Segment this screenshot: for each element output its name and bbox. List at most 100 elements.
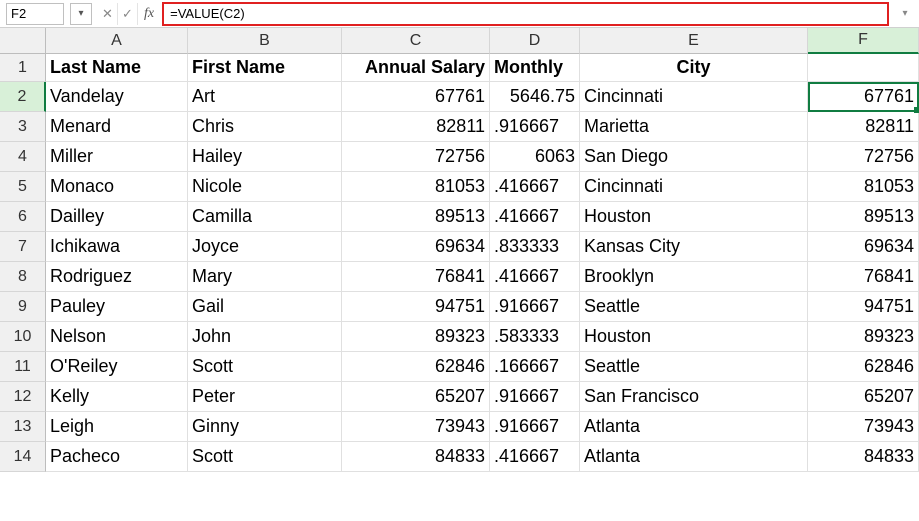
cell[interactable]: 62846 bbox=[808, 352, 919, 382]
cell[interactable]: Rodriguez bbox=[46, 262, 188, 292]
row-header-9[interactable]: 9 bbox=[0, 292, 46, 322]
cell[interactable]: 82811 bbox=[342, 112, 490, 142]
name-box-dropdown[interactable]: ▾ bbox=[70, 3, 92, 25]
row-header-3[interactable]: 3 bbox=[0, 112, 46, 142]
row-header-5[interactable]: 5 bbox=[0, 172, 46, 202]
cell[interactable]: 69634 bbox=[342, 232, 490, 262]
cell[interactable]: Nelson bbox=[46, 322, 188, 352]
cell[interactable]: City bbox=[580, 54, 808, 82]
cell[interactable]: .416667 bbox=[490, 172, 580, 202]
row-header-11[interactable]: 11 bbox=[0, 352, 46, 382]
cell[interactable]: Marietta bbox=[580, 112, 808, 142]
cell[interactable]: Houston bbox=[580, 322, 808, 352]
row-header-12[interactable]: 12 bbox=[0, 382, 46, 412]
row-header-7[interactable]: 7 bbox=[0, 232, 46, 262]
cell[interactable]: Atlanta bbox=[580, 442, 808, 472]
cell[interactable]: Miller bbox=[46, 142, 188, 172]
col-header-B[interactable]: B bbox=[188, 28, 342, 54]
enter-button[interactable]: ✓ bbox=[118, 3, 138, 25]
cell[interactable]: Hailey bbox=[188, 142, 342, 172]
cell[interactable]: .416667 bbox=[490, 442, 580, 472]
cell[interactable]: San Diego bbox=[580, 142, 808, 172]
cell[interactable]: Atlanta bbox=[580, 412, 808, 442]
cell[interactable]: .916667 bbox=[490, 382, 580, 412]
cell[interactable]: 73943 bbox=[342, 412, 490, 442]
cell[interactable]: Dailley bbox=[46, 202, 188, 232]
cell[interactable]: Annual Salary bbox=[342, 54, 490, 82]
cell[interactable]: 62846 bbox=[342, 352, 490, 382]
cell[interactable]: San Francisco bbox=[580, 382, 808, 412]
col-header-D[interactable]: D bbox=[490, 28, 580, 54]
cell[interactable]: 65207 bbox=[808, 382, 919, 412]
row-header-14[interactable]: 14 bbox=[0, 442, 46, 472]
cell[interactable]: Ichikawa bbox=[46, 232, 188, 262]
cell[interactable]: 84833 bbox=[342, 442, 490, 472]
cell[interactable]: Mary bbox=[188, 262, 342, 292]
row-header-4[interactable]: 4 bbox=[0, 142, 46, 172]
cell[interactable]: 73943 bbox=[808, 412, 919, 442]
cell[interactable]: 89323 bbox=[808, 322, 919, 352]
cell[interactable]: 72756 bbox=[342, 142, 490, 172]
row-header-10[interactable]: 10 bbox=[0, 322, 46, 352]
cell[interactable]: Joyce bbox=[188, 232, 342, 262]
cell[interactable]: Cincinnati bbox=[580, 172, 808, 202]
cell[interactable]: 67761 bbox=[342, 82, 490, 112]
cell[interactable]: .583333 bbox=[490, 322, 580, 352]
cell[interactable] bbox=[808, 54, 919, 82]
cell[interactable]: 65207 bbox=[342, 382, 490, 412]
cell[interactable]: O'Reiley bbox=[46, 352, 188, 382]
col-header-F[interactable]: F bbox=[808, 28, 919, 54]
cell[interactable]: Seattle bbox=[580, 292, 808, 322]
row-header-2[interactable]: 2 bbox=[0, 82, 46, 112]
name-box[interactable]: F2 bbox=[6, 3, 64, 25]
cell[interactable]: Kansas City bbox=[580, 232, 808, 262]
row-header-6[interactable]: 6 bbox=[0, 202, 46, 232]
select-all-corner[interactable] bbox=[0, 28, 46, 54]
cell[interactable]: .416667 bbox=[490, 202, 580, 232]
cell[interactable]: Vandelay bbox=[46, 82, 188, 112]
cell[interactable]: 89323 bbox=[342, 322, 490, 352]
cell[interactable]: 6063 bbox=[490, 142, 580, 172]
cell[interactable]: Camilla bbox=[188, 202, 342, 232]
cell[interactable]: 5646.75 bbox=[490, 82, 580, 112]
cell[interactable]: Scott bbox=[188, 442, 342, 472]
cell[interactable]: John bbox=[188, 322, 342, 352]
cell[interactable]: 82811 bbox=[808, 112, 919, 142]
cell[interactable]: 89513 bbox=[808, 202, 919, 232]
cell[interactable]: Monaco bbox=[46, 172, 188, 202]
fx-label[interactable]: fx bbox=[138, 6, 160, 22]
cell[interactable]: Brooklyn bbox=[580, 262, 808, 292]
cell[interactable]: Peter bbox=[188, 382, 342, 412]
cell[interactable]: .916667 bbox=[490, 112, 580, 142]
cell[interactable]: Cincinnati bbox=[580, 82, 808, 112]
cell[interactable]: Menard bbox=[46, 112, 188, 142]
cell[interactable]: 67761 bbox=[808, 82, 919, 112]
cell[interactable]: Gail bbox=[188, 292, 342, 322]
cell[interactable]: First Name bbox=[188, 54, 342, 82]
cell[interactable]: .833333 bbox=[490, 232, 580, 262]
row-header-8[interactable]: 8 bbox=[0, 262, 46, 292]
cell[interactable]: Kelly bbox=[46, 382, 188, 412]
cell[interactable]: Seattle bbox=[580, 352, 808, 382]
cell[interactable]: Nicole bbox=[188, 172, 342, 202]
col-header-A[interactable]: A bbox=[46, 28, 188, 54]
cell[interactable]: 69634 bbox=[808, 232, 919, 262]
cell[interactable]: Monthly bbox=[490, 54, 580, 82]
col-header-C[interactable]: C bbox=[342, 28, 490, 54]
cell[interactable]: Ginny bbox=[188, 412, 342, 442]
cell[interactable]: Pacheco bbox=[46, 442, 188, 472]
cell[interactable]: 76841 bbox=[342, 262, 490, 292]
cell[interactable]: Houston bbox=[580, 202, 808, 232]
cancel-button[interactable]: ✕ bbox=[98, 3, 118, 25]
cell[interactable]: Pauley bbox=[46, 292, 188, 322]
cell[interactable]: 72756 bbox=[808, 142, 919, 172]
cell[interactable]: 94751 bbox=[808, 292, 919, 322]
cell[interactable]: 94751 bbox=[342, 292, 490, 322]
cell[interactable]: Last Name bbox=[46, 54, 188, 82]
col-header-E[interactable]: E bbox=[580, 28, 808, 54]
formula-input[interactable]: =VALUE(C2) bbox=[162, 2, 889, 26]
cell[interactable]: .166667 bbox=[490, 352, 580, 382]
cell[interactable]: Leigh bbox=[46, 412, 188, 442]
cell[interactable]: 84833 bbox=[808, 442, 919, 472]
cell[interactable]: .916667 bbox=[490, 412, 580, 442]
